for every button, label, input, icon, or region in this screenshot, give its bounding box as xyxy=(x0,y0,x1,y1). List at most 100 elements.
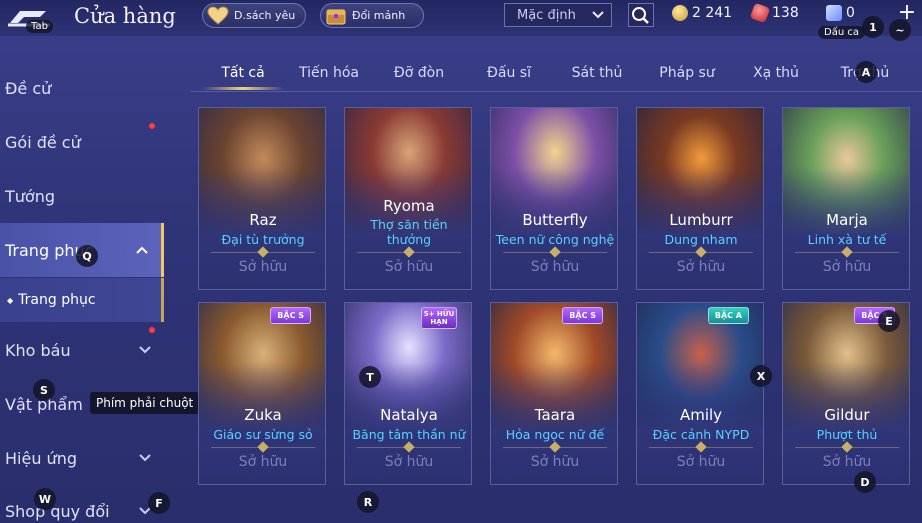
skin-card-zuka[interactable]: BẬC S Zuka Giáo sư sừng sỏ Sở hữu xyxy=(198,302,326,485)
hero-name: Amily xyxy=(679,406,723,424)
sidebar-item-exchange-shop[interactable]: Shop quy đổi xyxy=(0,484,164,523)
right-click-tooltip: Phím phải chuột xyxy=(90,392,200,414)
top-bar: Tab Cửa hàng D.sách yêu Đổi mảnh Mặc địn… xyxy=(0,0,922,41)
tier-badge: BẬC A xyxy=(707,307,749,324)
owned-status: Sở hữu xyxy=(676,259,726,275)
key-hint-w: W xyxy=(34,488,56,510)
limited-tier-badge: 5+ HỮU HẠN xyxy=(421,307,457,329)
hero-name: Zuka xyxy=(244,406,282,424)
key-hint-x: X xyxy=(750,365,772,387)
skin-card-raz[interactable]: Raz Đại tù trưởng Sở hữu xyxy=(198,107,326,290)
active-tab-indicator xyxy=(202,87,284,90)
skin-name: Đặc cảnh NYPD xyxy=(652,427,750,442)
key-hint-1: 1 xyxy=(862,16,884,38)
owned-status: Sở hữu xyxy=(238,259,288,275)
key-hint-s: S xyxy=(33,379,55,401)
skin-name: Đại tù trưởng xyxy=(221,232,305,247)
skin-card-butterfly[interactable]: Butterfly Teen nữ công nghệ Sở hữu xyxy=(490,107,618,290)
key-hint-e: E xyxy=(878,310,900,332)
hero-name: Lumburr xyxy=(669,211,733,229)
skin-name: Băng tâm thần nữ xyxy=(352,427,466,442)
key-hint-f: F xyxy=(148,492,170,514)
owned-status: Sở hữu xyxy=(676,454,726,470)
hero-name: Marja xyxy=(826,211,868,229)
skin-card-taara[interactable]: BẬC S Taara Hỏa ngọc nữ đế Sở hữu xyxy=(490,302,618,485)
sidebar-item-label: Shop quy đổi xyxy=(5,501,110,521)
shard-exchange-button[interactable]: Đổi mảnh xyxy=(320,3,424,28)
skin-name: Linh xà tư tế xyxy=(807,232,887,247)
key-hint-r: R xyxy=(357,491,379,513)
skin-card-amily[interactable]: BẬC A Amily Đặc cảnh NYPD Sở hữu xyxy=(636,302,764,485)
notification-dot xyxy=(149,327,155,333)
ruby-icon xyxy=(749,2,771,24)
sidebar-item-label: Hiệu ứng xyxy=(5,448,77,468)
bullet-diamond-icon: ◆ xyxy=(7,295,14,305)
skin-name: Dung nham xyxy=(664,232,738,247)
chevron-down-icon xyxy=(592,11,604,19)
owned-status: Sở hữu xyxy=(822,454,872,470)
tab-fighter[interactable]: Đấu sĩ xyxy=(468,56,550,90)
sidebar: Đề cử Gói đề cử Tướng Trang phục ◆ Trang… xyxy=(0,56,164,523)
sidebar-item-recommended[interactable]: Đề cử xyxy=(0,61,164,115)
chevron-down-icon xyxy=(139,346,151,354)
owned-status: Sở hữu xyxy=(384,259,434,275)
owned-status: Sở hữu xyxy=(822,259,872,275)
hero-name: Raz xyxy=(249,211,277,229)
sidebar-item-bundles[interactable]: Gói đề cử xyxy=(0,115,164,169)
dauca-key-hint: Dấu ca xyxy=(818,26,865,39)
hero-name: Ryoma xyxy=(383,197,435,215)
tab-mage[interactable]: Pháp sư xyxy=(646,56,728,90)
search-button[interactable] xyxy=(628,3,654,27)
skin-name: Giáo sư sừng sỏ xyxy=(213,427,313,442)
sidebar-subitem-label: Trang phục xyxy=(18,292,96,308)
tab-evolution[interactable]: Tiến hóa xyxy=(288,56,370,90)
sort-value: Mặc định xyxy=(517,7,576,23)
key-hint-t: T xyxy=(359,366,381,388)
shard-exchange-label: Đổi mảnh xyxy=(352,9,406,22)
skin-card-marja[interactable]: Marja Linh xà tư tế Sở hữu xyxy=(782,107,910,290)
hero-name: Taara xyxy=(534,406,576,424)
sidebar-subitem-skins[interactable]: ◆ Trang phục xyxy=(0,278,164,322)
ruby-currency: 138 xyxy=(749,2,799,24)
owned-status: Sở hữu xyxy=(384,454,434,470)
hero-name: Gildur xyxy=(824,406,870,424)
skin-name: Phượt thủ xyxy=(816,427,878,442)
key-hint-q: Q xyxy=(76,245,98,267)
category-tabs: Tất cả Tiến hóa Đỡ đòn Đấu sĩ Sát thủ Ph… xyxy=(190,56,922,92)
sidebar-item-effects[interactable]: Hiệu ứng xyxy=(0,431,164,485)
key-hint-d: D xyxy=(854,471,876,493)
gold-coin-icon xyxy=(672,5,688,21)
crystal-icon xyxy=(826,5,842,21)
sidebar-item-label: Gói đề cử xyxy=(5,132,81,152)
sidebar-item-treasure[interactable]: Kho báu xyxy=(0,323,164,377)
tab-assassin[interactable]: Sát thủ xyxy=(556,56,638,90)
owned-status: Sở hữu xyxy=(530,259,580,275)
hero-name: Butterfly xyxy=(522,211,588,229)
chevron-up-icon xyxy=(136,246,148,254)
key-hint-a: A xyxy=(855,61,877,83)
sidebar-item-label: Đề cử xyxy=(5,78,52,98)
sort-dropdown[interactable]: Mặc định xyxy=(504,3,612,27)
tier-badge: BẬC S xyxy=(562,307,603,324)
tab-marksman[interactable]: Xạ thủ xyxy=(735,56,817,90)
tabs-divider xyxy=(190,91,922,92)
skin-grid: Raz Đại tù trưởng Sở hữu Ryoma Thợ săn t… xyxy=(198,107,922,523)
skin-card-ryoma[interactable]: Ryoma Thợ săn tiền thưởng Sở hữu xyxy=(344,107,472,290)
add-currency-button[interactable]: + xyxy=(895,2,919,26)
sidebar-item-label: Kho báu xyxy=(5,340,71,360)
owned-status: Sở hữu xyxy=(530,454,580,470)
tab-all[interactable]: Tất cả xyxy=(202,56,284,90)
tab-tank[interactable]: Đỡ đòn xyxy=(378,56,460,90)
sidebar-item-label: Tướng xyxy=(5,186,55,206)
back-key-hint: Tab xyxy=(26,20,53,33)
skin-card-lumburr[interactable]: Lumburr Dung nham Sở hữu xyxy=(636,107,764,290)
sidebar-item-heroes[interactable]: Tướng xyxy=(0,169,164,223)
owned-status: Sở hữu xyxy=(238,454,288,470)
page-title: Cửa hàng xyxy=(74,4,176,28)
skin-card-natalya[interactable]: 5+ HỮU HẠN Natalya Băng tâm thần nữ Sở h… xyxy=(344,302,472,485)
skin-name: Hỏa ngọc nữ đế xyxy=(505,427,605,442)
crystal-amount: 0 xyxy=(846,5,855,21)
gold-amount: 2 241 xyxy=(692,5,733,21)
crystal-currency: 0 xyxy=(826,5,855,21)
wishlist-button[interactable]: D.sách yêu xyxy=(202,3,306,28)
